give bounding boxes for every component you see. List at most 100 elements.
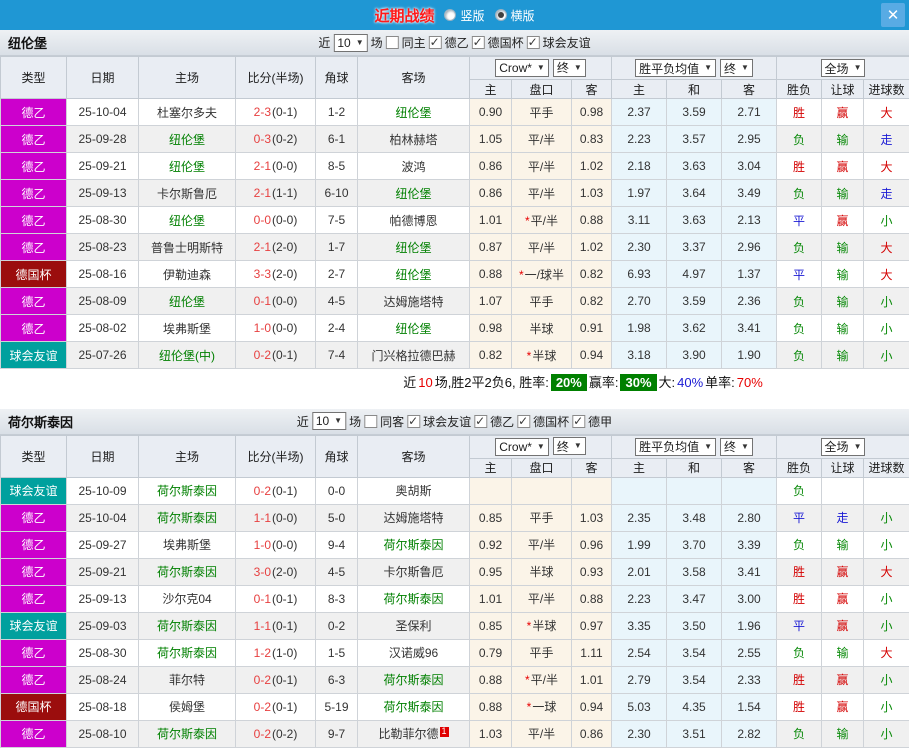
result-handicap: 输 — [821, 260, 865, 288]
avg-home-odds: 2.23 — [611, 125, 667, 153]
league-badge: 德国杯 — [0, 260, 67, 288]
match-date: 25-08-30 — [66, 206, 139, 234]
away-odds: 0.98 — [571, 98, 612, 126]
recent-count-select[interactable]: 10 ▼ — [333, 33, 368, 52]
away-odds: 1.11 — [571, 638, 612, 667]
match-row: 德乙 25-09-28 纽伦堡 0-3(0-2) 6-1 柏林赫塔 1.05 平/半 0.83 2… — [0, 125, 909, 153]
league-filter-checkbox[interactable] — [517, 414, 531, 428]
avg-draw-odds: 3.51 — [666, 719, 722, 748]
filter-controls: 近 10 ▼ 场 同主 德乙 德国杯 球会友谊 — [318, 33, 591, 52]
result-handicap: 赢 — [821, 665, 865, 694]
final-odds-select[interactable]: 终 ▼ — [552, 437, 586, 456]
league-badge: 德乙 — [0, 638, 67, 667]
handicap-star: * — [518, 267, 524, 282]
fulltime-score: 3-3 — [253, 267, 271, 281]
avg-away-odds: 2.13 — [720, 206, 778, 234]
sub-column-header: 和 — [666, 457, 722, 478]
away-odds: 0.88 — [571, 584, 612, 613]
avg-home-odds: 2.54 — [611, 638, 667, 667]
match-scope-select[interactable]: 全场 ▼ — [820, 59, 866, 77]
handicap-cell: 平/半 — [511, 584, 572, 613]
away-team-cell: 波鸿 — [357, 152, 470, 180]
result-goals: 大 — [863, 98, 909, 126]
avg-odds-select-label: 胜平负均值 — [639, 440, 700, 454]
avg-draw-odds: 3.59 — [666, 287, 722, 315]
handicap-cell: 平手 — [511, 287, 572, 315]
layout-option-horizontal[interactable]: 横版 — [494, 7, 535, 24]
away-team-cell: 比勒菲尔德 1 — [357, 719, 470, 748]
avg-away-odds: 1.90 — [720, 341, 778, 369]
home-odds: 0.86 — [469, 179, 512, 207]
final-odds-select-label: 终 — [556, 439, 569, 454]
sub-column-header: 让球 — [821, 457, 865, 478]
corner-count: 4-5 — [315, 557, 358, 586]
away-team-cell: 纽伦堡 — [357, 260, 470, 288]
final-odds-select[interactable]: 终 ▼ — [552, 58, 586, 77]
handicap-value: 平/半 — [527, 186, 556, 201]
same-venue-checkbox[interactable] — [385, 36, 399, 49]
handicap-value: 平/半 — [527, 159, 556, 174]
layout-option-vertical[interactable]: 竖版 — [444, 7, 485, 24]
avg-away-odds: 3.00 — [720, 584, 778, 613]
league-badge: 德乙 — [0, 719, 67, 748]
away-odds: 1.03 — [571, 503, 612, 532]
league-badge: 德乙 — [0, 665, 67, 694]
league-filter-checkbox[interactable] — [474, 414, 488, 428]
avg-home-odds: 2.30 — [611, 719, 667, 748]
home-team-cell: 埃弗斯堡 — [138, 314, 236, 342]
handicap-cell: *平/半 — [511, 665, 572, 694]
table-body: 德乙 25-10-04 杜塞尔多夫 2-3(0-1) 1-2 纽伦堡 0.90 平手 0.98 2… — [0, 98, 909, 369]
avg-away-odds: 2.95 — [720, 125, 778, 153]
match-row: 德乙 25-08-02 埃弗斯堡 1-0(0-0) 2-4 纽伦堡 0.98 半球 0.91 1.… — [0, 314, 909, 342]
away-team: 荷尔斯泰因 — [383, 700, 444, 714]
league-filter-checkbox[interactable] — [526, 35, 540, 49]
handicap-value: 平/半 — [527, 592, 556, 606]
result-outcome: 胜 — [776, 665, 823, 694]
away-team: 汉诺威96 — [388, 646, 439, 660]
same-venue-checkbox[interactable] — [364, 414, 378, 428]
corner-count: 7-4 — [315, 341, 358, 369]
final-avg-select[interactable]: 终 ▼ — [720, 59, 753, 77]
away-team: 达姆施塔特 — [383, 294, 444, 309]
avg-home-odds — [611, 476, 667, 505]
home-odds: 0.85 — [469, 503, 512, 532]
fulltime-score: 2-1 — [253, 240, 271, 254]
halftime-score: (0-0) — [272, 213, 298, 227]
home-odds: 0.88 — [469, 665, 512, 694]
league-filter-checkbox[interactable] — [428, 35, 442, 49]
home-team-cell: 荷尔斯泰因 — [138, 719, 236, 748]
league-filter-checkbox[interactable] — [471, 35, 485, 49]
avg-odds-select[interactable]: 胜平负均值 ▼ — [635, 437, 716, 456]
league-filter-checkbox[interactable] — [407, 414, 421, 428]
handicap-value: 半球 — [532, 348, 557, 363]
home-team-cell: 侯姆堡 — [138, 692, 236, 721]
radio-selected-icon[interactable] — [494, 9, 507, 21]
home-team: 杜塞尔多夫 — [156, 105, 217, 120]
odds-company-select[interactable]: Crow* ▼ — [495, 59, 549, 78]
league-filter-checkbox[interactable] — [572, 414, 586, 428]
final-avg-select[interactable]: 终 ▼ — [720, 437, 753, 456]
close-button[interactable]: ✕ — [881, 3, 905, 27]
odds-company-select[interactable]: Crow* ▼ — [495, 437, 549, 456]
result-outcome: 负 — [776, 341, 823, 369]
avg-away-odds: 3.04 — [720, 152, 778, 180]
league-badge: 德乙 — [0, 125, 67, 153]
home-team-cell: 荷尔斯泰因 — [138, 476, 236, 505]
column-header: 主场 — [138, 434, 236, 478]
home-team-cell: 伊勒迪森 — [138, 260, 236, 288]
away-team-cell: 纽伦堡 — [357, 233, 470, 261]
avg-odds-select[interactable]: 胜平负均值 ▼ — [635, 59, 716, 77]
radio-unselected-icon[interactable] — [444, 9, 457, 21]
match-date: 25-09-13 — [66, 584, 139, 613]
away-team: 帕德博恩 — [389, 213, 438, 228]
result-handicap: 输 — [821, 341, 865, 369]
avg-draw-odds: 3.64 — [666, 179, 722, 207]
match-scope-select[interactable]: 全场 ▼ — [820, 437, 866, 456]
recent-count-select[interactable]: 10 ▼ — [311, 412, 347, 430]
corner-count: 0-2 — [315, 611, 358, 640]
league-filter-label: 德国杯 — [487, 36, 524, 50]
avg-odds-select-label: 胜平负均值 — [639, 61, 700, 76]
home-team: 荷尔斯泰因 — [156, 646, 217, 660]
table-head: 类型 日期 主场 比分(半场) 角球 客场 Crow* ▼ 终 ▼ 胜平负均值 ▼ 终 ▼ 全场 ▼ 主盘口客主… — [0, 56, 909, 99]
home-team-cell: 荷尔斯泰因 — [138, 557, 236, 586]
